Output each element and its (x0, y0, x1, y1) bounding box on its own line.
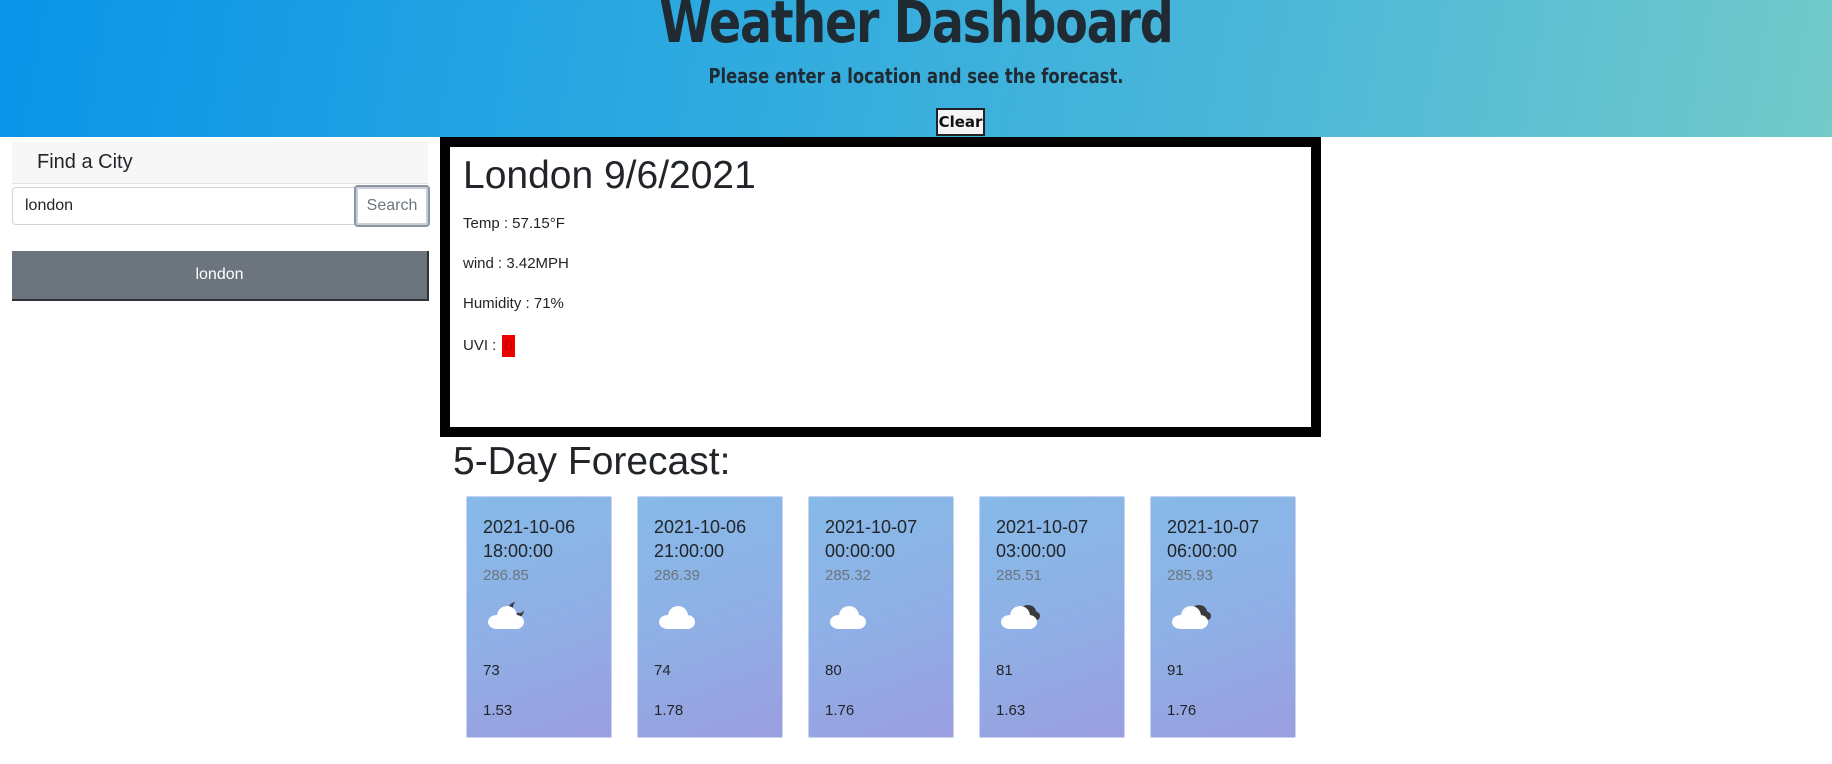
forecast-card: 2021-10-07 00:00:00 285.32 80 1.76 (808, 496, 954, 738)
forecast-title: 5-Day Forecast: (453, 440, 731, 483)
forecast-temp: 286.39 (654, 567, 700, 584)
uvi-label: UVI : (463, 337, 497, 354)
forecast-wind: 1.76 (825, 702, 855, 719)
current-city-title: London 9/6/2021 (463, 154, 756, 197)
broken-clouds-icon (1167, 598, 1215, 632)
forecast-wind: 1.53 (483, 702, 513, 719)
cloud-icon (825, 598, 873, 632)
forecast-wind: 1.63 (996, 702, 1026, 719)
current-weather-panel: London 9/6/2021 Temp : 57.15°F wind : 3.… (440, 137, 1321, 437)
page-subtitle: Please enter a location and see the fore… (708, 64, 1124, 88)
forecast-humidity: 81 (996, 662, 1013, 679)
uvi-badge: 0 (502, 335, 515, 357)
page-header: Weather Dashboard Please enter a locatio… (0, 0, 1832, 137)
forecast-card: 2021-10-06 18:00:00 286.85 73 1.53 (466, 496, 612, 738)
forecast-card: 2021-10-06 21:00:00 286.39 74 1.78 (637, 496, 783, 738)
forecast-temp: 285.32 (825, 567, 871, 584)
search-button[interactable]: Search (354, 185, 430, 227)
forecast-humidity: 91 (1167, 662, 1184, 679)
forecast-date: 2021-10-07 06:00:00 (1167, 517, 1260, 561)
find-city-header: Find a City (12, 142, 428, 184)
partly-cloudy-night-icon (483, 598, 531, 632)
broken-clouds-icon (996, 598, 1044, 632)
page-title: Weather Dashboard (659, 0, 1173, 56)
forecast-card: 2021-10-07 03:00:00 285.51 81 1.63 (979, 496, 1125, 738)
clear-button[interactable]: Clear (936, 108, 985, 136)
forecast-card: 2021-10-07 06:00:00 285.93 91 1.76 (1150, 496, 1296, 738)
forecast-humidity: 80 (825, 662, 842, 679)
forecast-date: 2021-10-06 21:00:00 (654, 517, 747, 561)
forecast-temp: 285.93 (1167, 567, 1213, 584)
history-city-button[interactable]: london (12, 251, 429, 301)
city-search-input[interactable] (12, 187, 355, 225)
forecast-temp: 285.51 (996, 567, 1042, 584)
forecast-humidity: 74 (654, 662, 671, 679)
cloud-icon (654, 598, 702, 632)
forecast-date: 2021-10-07 03:00:00 (996, 517, 1089, 561)
current-temp: Temp : 57.15°F (463, 215, 565, 232)
forecast-date: 2021-10-07 00:00:00 (825, 517, 918, 561)
current-uvi: UVI : 0 (463, 335, 515, 357)
forecast-wind: 1.76 (1167, 702, 1197, 719)
forecast-humidity: 73 (483, 662, 500, 679)
forecast-temp: 286.85 (483, 567, 529, 584)
forecast-date: 2021-10-06 18:00:00 (483, 517, 576, 561)
forecast-wind: 1.78 (654, 702, 684, 719)
find-city-title: Find a City (37, 151, 133, 173)
current-humidity: Humidity : 71% (463, 295, 564, 312)
current-wind: wind : 3.42MPH (463, 255, 569, 272)
